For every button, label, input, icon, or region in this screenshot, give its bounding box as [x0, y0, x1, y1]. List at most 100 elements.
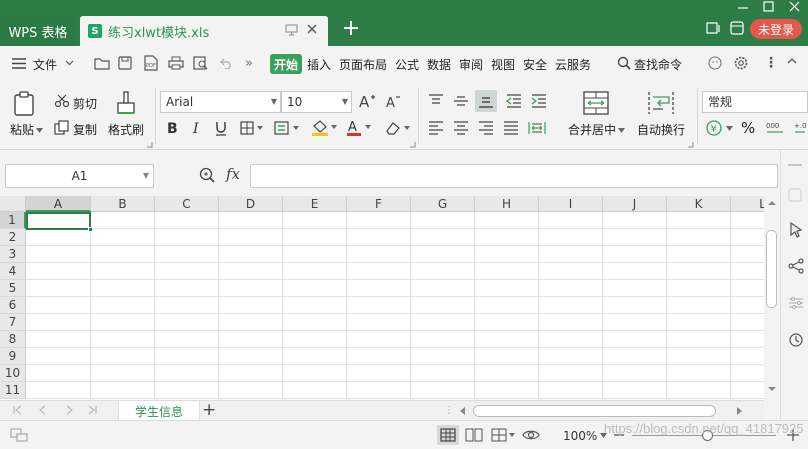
- scroll-up-icon[interactable]: [768, 200, 776, 206]
- column-header-d[interactable]: D: [219, 196, 283, 212]
- eye-protection-icon[interactable]: [522, 428, 540, 442]
- menu-tab-view[interactable]: 视图: [491, 56, 515, 73]
- bold-icon[interactable]: B: [166, 120, 180, 136]
- cell-e4[interactable]: [283, 263, 347, 280]
- collapse-panel-icon[interactable]: [788, 160, 802, 170]
- currency-dropdown-icon[interactable]: [726, 126, 733, 131]
- cell-c4[interactable]: [155, 263, 219, 280]
- wrap-text-button[interactable]: 自动换行: [637, 121, 685, 138]
- column-header-a[interactable]: A: [26, 196, 91, 212]
- cell-c1[interactable]: [155, 212, 219, 229]
- feedback-icon[interactable]: [708, 56, 722, 70]
- cell-d3[interactable]: [219, 246, 283, 263]
- row-header-9[interactable]: 9: [0, 348, 26, 365]
- cell-i6[interactable]: [539, 297, 603, 314]
- dialog-launcher-icon[interactable]: [147, 142, 153, 148]
- cell-i11[interactable]: [539, 382, 603, 399]
- cell-f6[interactable]: [347, 297, 411, 314]
- cell-g1[interactable]: [411, 212, 475, 229]
- page-break-view-icon[interactable]: [465, 428, 483, 442]
- cell-e1[interactable]: [283, 212, 347, 229]
- column-header-g[interactable]: G: [411, 196, 475, 212]
- increase-decimal-icon[interactable]: +.0: [793, 119, 807, 137]
- undo-icon[interactable]: [219, 57, 233, 69]
- cell-h9[interactable]: [475, 348, 539, 365]
- copy-icon[interactable]: [54, 120, 69, 135]
- cell-b1[interactable]: [91, 212, 155, 229]
- row-header-4[interactable]: 4: [0, 263, 26, 280]
- cell-g9[interactable]: [411, 348, 475, 365]
- wps-home-tab[interactable]: WPS 表格: [0, 16, 76, 46]
- cell-j8[interactable]: [603, 331, 667, 348]
- cell-h7[interactable]: [475, 314, 539, 331]
- login-button[interactable]: 未登录: [750, 19, 802, 39]
- print-icon[interactable]: [168, 56, 184, 70]
- search-command[interactable]: 查找命令: [634, 56, 682, 73]
- cell-a5[interactable]: [26, 280, 91, 297]
- cursor-select-icon[interactable]: [789, 222, 803, 238]
- cell-c8[interactable]: [155, 331, 219, 348]
- decrease-font-icon[interactable]: A: [385, 92, 401, 110]
- cell-b4[interactable]: [91, 263, 155, 280]
- cell-b11[interactable]: [91, 382, 155, 399]
- column-header-b[interactable]: B: [91, 196, 155, 212]
- merge-dropdown-icon[interactable]: [618, 128, 625, 133]
- menu-tab-cloud[interactable]: 云服务: [555, 56, 591, 73]
- italic-icon[interactable]: I: [191, 120, 203, 136]
- name-box[interactable]: A1 ▼: [5, 164, 154, 188]
- cell-c9[interactable]: [155, 348, 219, 365]
- merge-center-icon[interactable]: [583, 91, 609, 115]
- monitor-icon[interactable]: [285, 24, 298, 36]
- horizontal-scroll-thumb[interactable]: [473, 405, 716, 417]
- cell-g8[interactable]: [411, 331, 475, 348]
- more-quick-access-icon[interactable]: »: [245, 56, 253, 71]
- cell-h1[interactable]: [475, 212, 539, 229]
- paste-dropdown-icon[interactable]: [36, 128, 43, 133]
- cell-a9[interactable]: [26, 348, 91, 365]
- cell-g2[interactable]: [411, 229, 475, 246]
- fill-handle[interactable]: [88, 227, 93, 232]
- add-sheet-button[interactable]: +: [202, 401, 216, 419]
- cell-e8[interactable]: [283, 331, 347, 348]
- cell-j7[interactable]: [603, 314, 667, 331]
- last-sheet-icon[interactable]: [88, 405, 98, 415]
- cell-c10[interactable]: [155, 365, 219, 382]
- cell-f8[interactable]: [347, 331, 411, 348]
- cell-d11[interactable]: [219, 382, 283, 399]
- page-layout-view-icon[interactable]: [491, 428, 515, 442]
- split-handle-icon[interactable]: ⋮: [444, 405, 454, 416]
- merge-center-button[interactable]: 合并居中: [568, 121, 616, 138]
- column-header-i[interactable]: I: [539, 196, 603, 212]
- format-painter-icon[interactable]: [115, 90, 137, 116]
- wrap-text-icon[interactable]: [648, 91, 674, 115]
- cell-e6[interactable]: [283, 297, 347, 314]
- column-header-e[interactable]: E: [283, 196, 347, 212]
- file-menu[interactable]: 文件: [33, 56, 57, 73]
- paste-button[interactable]: 粘贴: [10, 121, 34, 138]
- cell-d4[interactable]: [219, 263, 283, 280]
- cell-l11[interactable]: [731, 382, 764, 399]
- borders-icon[interactable]: [240, 121, 264, 135]
- cell-g10[interactable]: [411, 365, 475, 382]
- align-center-icon[interactable]: [453, 121, 469, 135]
- cell-i8[interactable]: [539, 331, 603, 348]
- column-header-k[interactable]: K: [667, 196, 731, 212]
- document-tab[interactable]: S 练习xlwt模块.xls: [80, 16, 328, 46]
- search-icon[interactable]: [617, 56, 631, 70]
- next-sheet-icon[interactable]: [64, 405, 74, 415]
- macro-status-icon[interactable]: [10, 428, 28, 442]
- cell-e2[interactable]: [283, 229, 347, 246]
- row-header-1[interactable]: 1: [0, 212, 26, 229]
- cell-d7[interactable]: [219, 314, 283, 331]
- open-folder-icon[interactable]: [94, 56, 110, 70]
- cell-l3[interactable]: [731, 246, 764, 263]
- cell-i9[interactable]: [539, 348, 603, 365]
- restore-panel-icon[interactable]: [788, 188, 802, 202]
- share-icon[interactable]: [788, 258, 804, 274]
- row-header-3[interactable]: 3: [0, 246, 26, 263]
- distribute-icon[interactable]: [528, 121, 546, 135]
- cell-j1[interactable]: [603, 212, 667, 229]
- cell-c11[interactable]: [155, 382, 219, 399]
- cell-i4[interactable]: [539, 263, 603, 280]
- cell-b3[interactable]: [91, 246, 155, 263]
